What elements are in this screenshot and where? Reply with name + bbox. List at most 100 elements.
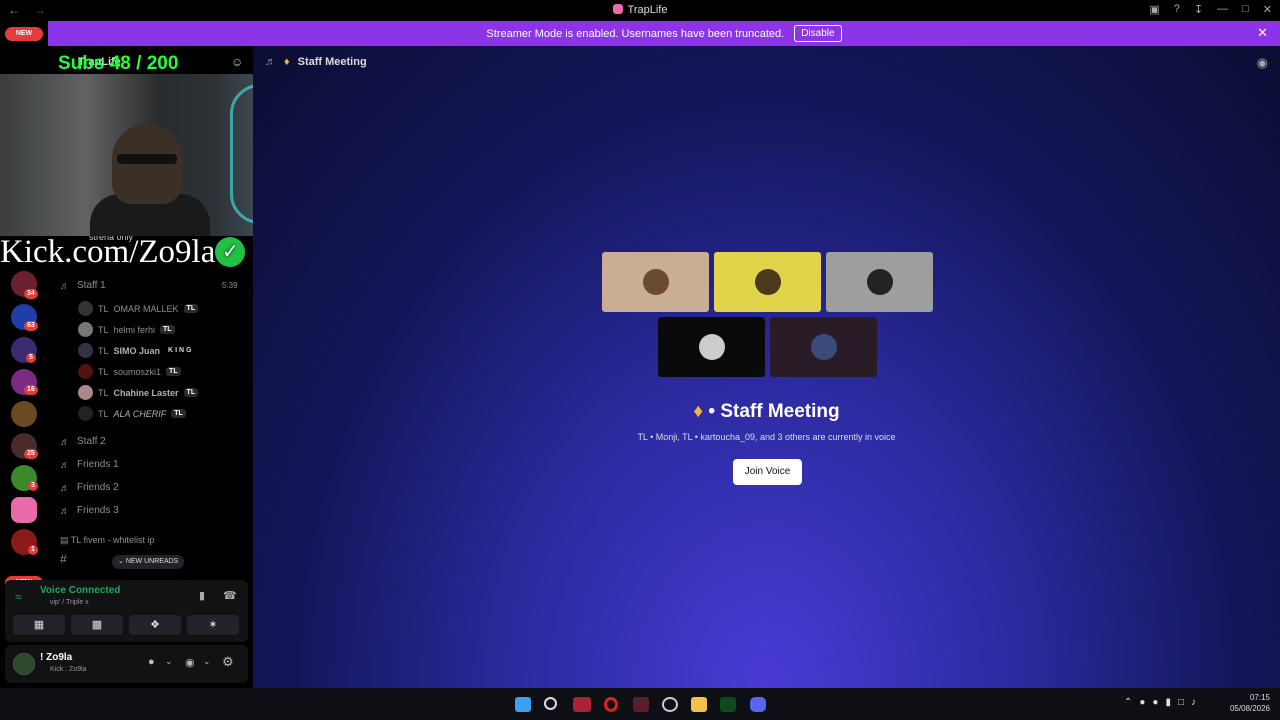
participant-tile[interactable] bbox=[658, 317, 765, 377]
party-icon: ✶ bbox=[208, 619, 218, 631]
server-icon-traplife[interactable] bbox=[11, 497, 37, 523]
channel-staff-1[interactable]: ♬ Staff 1 5:39 bbox=[60, 280, 238, 292]
banner-message: Streamer Mode is enabled. Usernames have… bbox=[486, 27, 785, 40]
window-controls: ▣ ? ↧ — □ ✕ bbox=[1149, 3, 1272, 16]
speaker-icon: ♬ bbox=[60, 436, 70, 448]
disconnect-icon[interactable]: ☎ bbox=[223, 589, 237, 602]
channel-friends-3[interactable]: ♬ Friends 3 bbox=[60, 505, 119, 517]
nvidia-icon[interactable] bbox=[720, 697, 736, 712]
add-member-icon[interactable]: ☺ bbox=[231, 55, 243, 69]
inbox-icon[interactable]: ▣ bbox=[1149, 3, 1159, 16]
voice-member[interactable]: TL soumoszki1 TL bbox=[78, 364, 181, 379]
server-badge: 25 bbox=[24, 449, 38, 459]
opera-icon[interactable] bbox=[604, 697, 618, 712]
server-badge: 16 bbox=[24, 385, 38, 395]
subs-counter: Subs 48 / 200 bbox=[58, 53, 179, 74]
user-panel: ! Zo9la Kick : Zo9la ● ⌄ ◉ ⌄ ⚙ bbox=[5, 645, 248, 683]
channel-staff-2[interactable]: ♬ Staff 2 bbox=[60, 436, 106, 448]
member-prefix: TL bbox=[98, 387, 109, 398]
member-name: ALA CHERIF bbox=[113, 408, 167, 419]
avatar bbox=[78, 322, 93, 337]
download-icon[interactable]: ↧ bbox=[1194, 3, 1203, 16]
channel-label: Staff 1 bbox=[77, 280, 106, 291]
user-name[interactable]: ! Zo9la bbox=[40, 652, 72, 663]
chat-icon[interactable]: ◉ bbox=[1257, 55, 1268, 71]
kick-overlay: Kick.com/Zo9la ✓ bbox=[0, 234, 246, 271]
gear-icon[interactable]: ⚙ bbox=[222, 654, 234, 670]
tray-icons[interactable]: ⌃●●▮□♪ bbox=[1124, 697, 1203, 708]
chevron-down-icon[interactable]: ⌄ bbox=[165, 656, 173, 667]
voicemeeter-icon[interactable] bbox=[573, 697, 591, 712]
avatar[interactable] bbox=[13, 653, 35, 675]
voice-member[interactable]: TL ALA CHERIF TL bbox=[78, 406, 186, 421]
channel-friends-1[interactable]: ♬ Friends 1 bbox=[60, 459, 119, 471]
speaker-icon: ♬ bbox=[265, 56, 276, 68]
member-name: Chahine Laster bbox=[113, 387, 179, 398]
participant-tile[interactable] bbox=[602, 252, 709, 312]
sunglasses bbox=[117, 154, 177, 164]
new-unreads-pill[interactable]: ⌄ NEW UNREADS bbox=[112, 555, 185, 569]
member-name: soumoszki1 bbox=[113, 366, 162, 377]
minimize-icon[interactable]: — bbox=[1217, 3, 1228, 16]
streamer-mode-banner: Streamer Mode is enabled. Usernames have… bbox=[48, 21, 1280, 46]
join-voice-button[interactable]: Join Voice bbox=[733, 459, 802, 485]
new-pill-top[interactable]: NEW bbox=[5, 27, 43, 41]
signal-icon: ≈ bbox=[15, 590, 22, 604]
server-badge: 3 bbox=[28, 481, 38, 491]
voice-channel[interactable]: vip' / Triple x bbox=[50, 599, 89, 606]
member-name: SIMO Juan bbox=[113, 345, 161, 356]
voice-connected-panel: ≈ Voice Connected vip' / Triple x ▮ ☎ ▦ … bbox=[5, 580, 248, 642]
chevron-down-icon: ⌄ bbox=[118, 558, 124, 565]
maximize-icon[interactable]: □ bbox=[1242, 3, 1249, 16]
clock[interactable]: 07:15 05/08/2026 bbox=[1230, 692, 1270, 714]
discord-icon[interactable] bbox=[750, 697, 766, 712]
speaker-icon: ♬ bbox=[60, 505, 70, 517]
hash-icon: # bbox=[60, 552, 67, 566]
server-icon[interactable] bbox=[11, 401, 37, 427]
help-icon[interactable]: ? bbox=[1174, 3, 1180, 16]
channel-title: Staff Meeting bbox=[297, 56, 367, 68]
window-title: TrapLife bbox=[0, 4, 1280, 16]
participant-tile[interactable] bbox=[714, 252, 821, 312]
close-icon[interactable]: ✕ bbox=[1257, 25, 1268, 41]
channel-friends-2[interactable]: ♬ Friends 2 bbox=[60, 482, 119, 494]
activities-button[interactable]: ❖ bbox=[129, 615, 181, 635]
participant-tile[interactable] bbox=[770, 317, 877, 377]
participant-tile[interactable] bbox=[826, 252, 933, 312]
soundboard-icon[interactable]: ▮ bbox=[199, 589, 205, 602]
voice-member[interactable]: TL OMAR MALLEK TL bbox=[78, 301, 199, 316]
server-badge: 34 bbox=[24, 289, 38, 299]
voice-member[interactable]: TL helmi ferhi TL bbox=[78, 322, 175, 337]
search-icon[interactable] bbox=[544, 697, 557, 710]
windows-start-icon[interactable] bbox=[515, 697, 531, 712]
headphones-icon[interactable]: ◉ bbox=[185, 656, 195, 669]
member-tag: TL bbox=[183, 304, 199, 313]
disable-streamer-mode-button[interactable]: Disable bbox=[794, 25, 842, 42]
soundboard-button[interactable]: ✶ bbox=[187, 615, 239, 635]
microphone-icon[interactable]: ● bbox=[148, 656, 155, 668]
channel-label: Friends 1 bbox=[77, 459, 119, 470]
verified-check-icon: ✓ bbox=[215, 237, 246, 267]
monitor-icon: ▤ bbox=[60, 535, 69, 545]
camera-button[interactable]: ▦ bbox=[13, 615, 65, 635]
folder-icon[interactable] bbox=[691, 697, 707, 712]
clock-date: 05/08/2026 bbox=[1229, 704, 1270, 713]
member-prefix: TL bbox=[98, 408, 109, 419]
chevron-down-icon[interactable]: ⌄ bbox=[203, 656, 211, 667]
screenshare-button[interactable]: ▩ bbox=[71, 615, 123, 635]
channel-header: ♬ ♦ Staff Meeting bbox=[265, 56, 367, 68]
close-window-icon[interactable]: ✕ bbox=[1263, 3, 1272, 16]
activities-icon: ❖ bbox=[150, 619, 160, 631]
voice-member[interactable]: TL SIMO Juan KING bbox=[78, 343, 197, 358]
new-unreads-label: NEW UNREADS bbox=[125, 558, 179, 565]
voice-member[interactable]: TL Chahine Laster TL bbox=[78, 385, 199, 400]
stage-title-text: Staff Meeting bbox=[720, 401, 840, 422]
app-icon[interactable] bbox=[633, 697, 649, 712]
voice-status[interactable]: Voice Connected bbox=[40, 585, 120, 596]
channel-label: Friends 2 bbox=[77, 482, 119, 493]
clock-time: 07:15 bbox=[1249, 693, 1270, 702]
category-label[interactable]: ▤ TL fivem - whitelist ip bbox=[60, 535, 155, 546]
obs-icon[interactable] bbox=[662, 697, 678, 712]
avatar bbox=[810, 334, 837, 360]
channel-time: 5:39 bbox=[222, 281, 238, 290]
